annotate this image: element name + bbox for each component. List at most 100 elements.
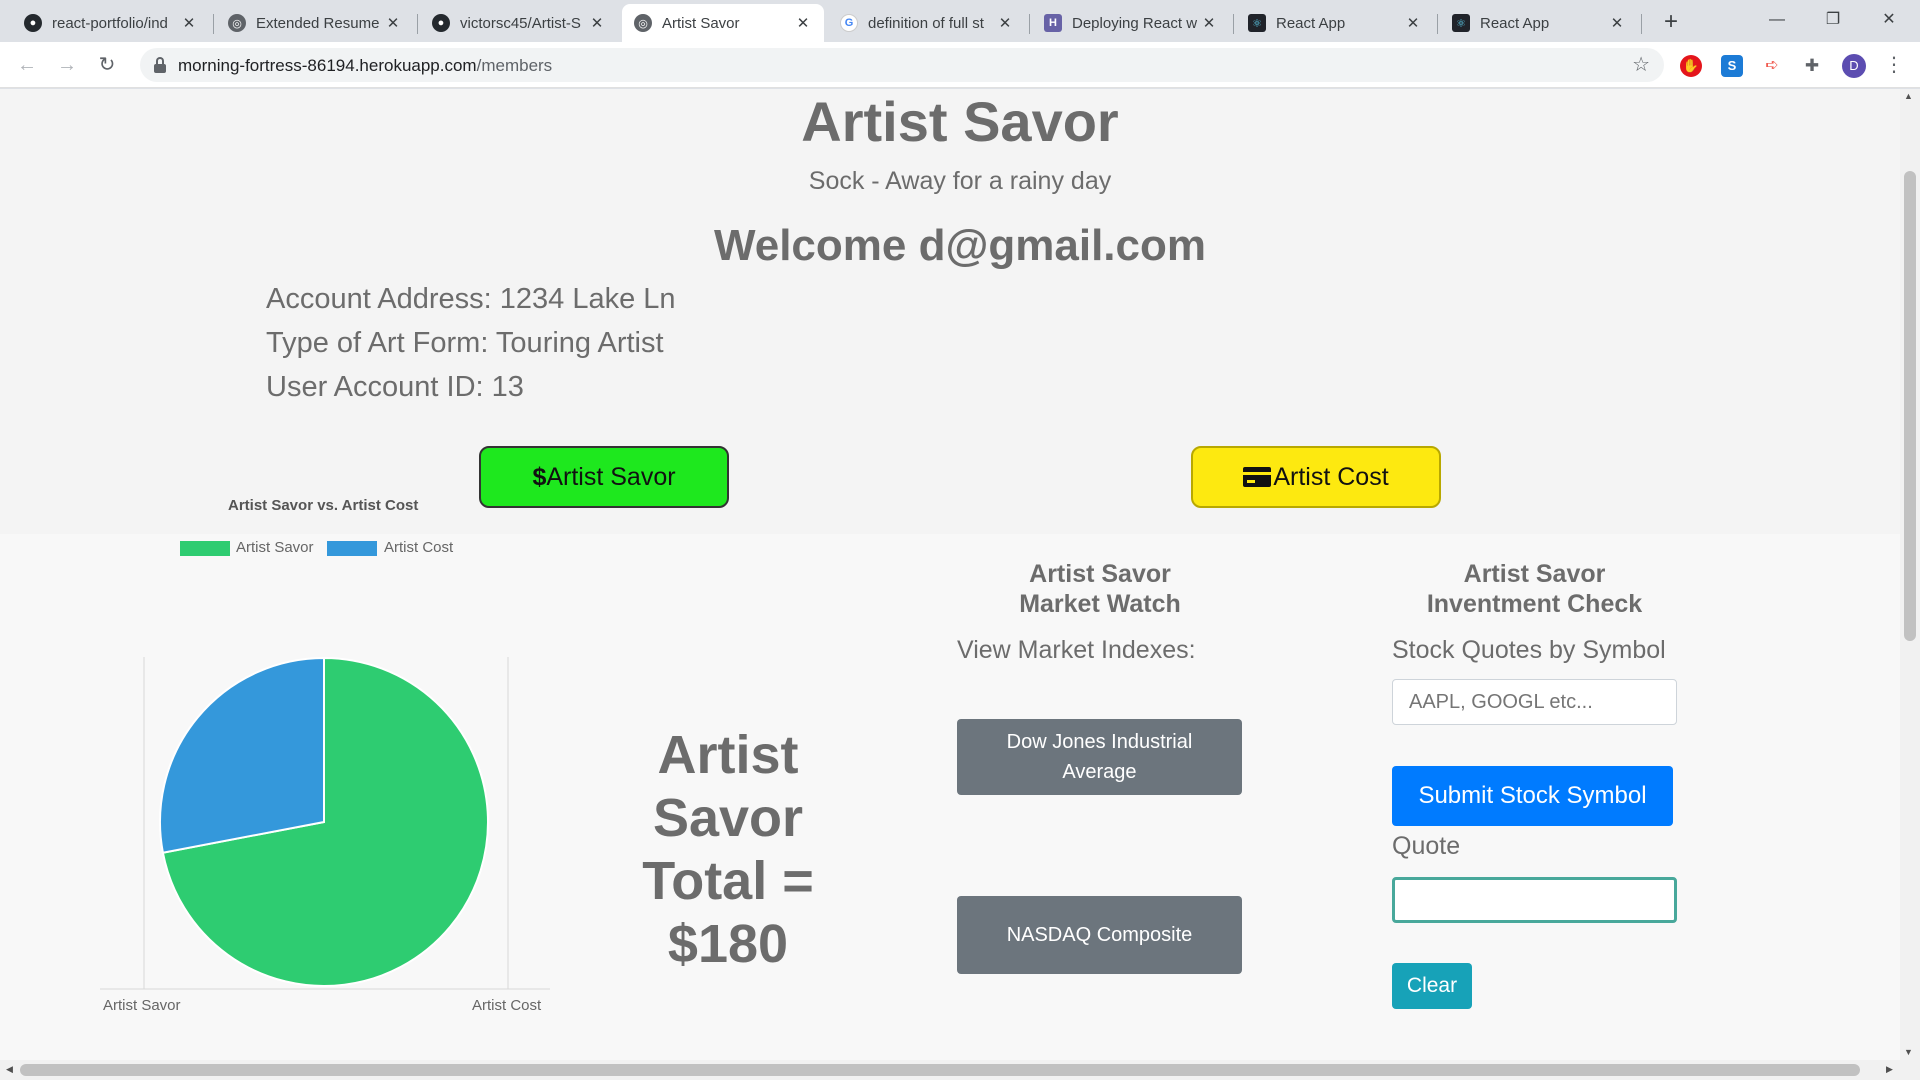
page-title: Artist Savor [801, 90, 1119, 153]
submit-stock-symbol-label: Submit Stock Symbol [1418, 782, 1647, 809]
scroll-left-icon[interactable]: ◀ [6, 1064, 13, 1075]
tab-title: Artist Savor [662, 14, 740, 32]
market-watch-subtitle: View Market Indexes: [957, 636, 1196, 664]
tab-separator [1437, 14, 1438, 34]
vertical-scrollbar[interactable]: ▲ ▼ [1900, 89, 1920, 1060]
tab-title: React App [1480, 14, 1550, 32]
url-text: morning-fortress-86194.herokuapp.com/mem… [178, 56, 552, 76]
page-subtitle: Sock - Away for a rainy day [808, 167, 1112, 195]
bookmark-star-icon[interactable]: ☆ [1632, 52, 1650, 77]
legend-swatch-cost [327, 541, 377, 556]
total-line: Artist [657, 725, 799, 785]
address-bar[interactable]: morning-fortress-86194.herokuapp.com/mem… [140, 48, 1664, 82]
close-icon[interactable]: ✕ [996, 14, 1014, 32]
investment-title-line1: Artist Savor [1463, 560, 1606, 588]
back-icon[interactable]: ← [13, 51, 41, 79]
heroku-icon: H [1044, 14, 1062, 32]
quote-label: Quote [1392, 832, 1461, 860]
profile-avatar[interactable]: D [1842, 54, 1866, 78]
artist-savor-button[interactable]: $ Artist Savor [479, 446, 729, 508]
globe-icon: ◎ [228, 14, 246, 32]
nasdaq-button[interactable]: NASDAQ Composite [957, 896, 1242, 974]
lock-icon [154, 57, 166, 73]
tab-separator [417, 14, 418, 34]
dow-jones-label-line1: Dow Jones Industrial [1006, 731, 1193, 753]
close-icon[interactable]: ✕ [180, 14, 198, 32]
clear-button[interactable]: Clear [1392, 963, 1472, 1009]
reload-icon[interactable]: ↻ [93, 51, 121, 79]
tab-title: react-portfolio/ind [52, 14, 168, 32]
nasdaq-label: NASDAQ Composite [1006, 924, 1193, 946]
window-close-icon[interactable]: ✕ [1866, 0, 1912, 40]
scroll-down-icon[interactable]: ▼ [1904, 1047, 1913, 1057]
vertical-scroll-thumb[interactable] [1904, 171, 1916, 641]
url-host: morning-fortress-86194.herokuapp.com [178, 56, 477, 75]
artist-cost-button[interactable]: Artist Cost [1191, 446, 1441, 508]
new-tab-icon[interactable]: + [1656, 8, 1686, 38]
market-watch-heading: Artist Savor Market Watch [960, 559, 1240, 619]
dow-jones-button[interactable]: Dow Jones Industrial Average [957, 719, 1242, 795]
s-extension-icon[interactable]: S [1721, 55, 1743, 77]
horizontal-scrollbar[interactable]: ◀ ▶ [0, 1060, 1920, 1080]
close-icon[interactable]: ✕ [588, 14, 606, 32]
tab-title: victorsc45/Artist-S [460, 14, 581, 32]
tab-extended-resume[interactable]: ◎ Extended Resume ✕ [216, 4, 414, 42]
total-line: $180 [667, 914, 789, 974]
restore-icon[interactable]: ❐ [1810, 0, 1856, 40]
account-address: Account Address: 1234 Lake Ln [266, 283, 676, 315]
legend-label-cost: Artist Cost [384, 539, 454, 556]
adblock-extension-icon[interactable]: ✋ [1680, 55, 1702, 77]
scroll-up-icon[interactable]: ▲ [1904, 91, 1913, 101]
tab-artist-savor[interactable]: ◎ Artist Savor ✕ [622, 4, 824, 42]
investment-title-line2: Inventment Check [1426, 590, 1643, 618]
react-icon: ⚛ [1452, 14, 1470, 32]
submit-stock-symbol-button[interactable]: Submit Stock Symbol [1392, 766, 1673, 826]
tab-definition[interactable]: G definition of full st ✕ [828, 4, 1026, 42]
legend-label-savor: Artist Savor [236, 539, 314, 556]
tab-separator [213, 14, 214, 34]
close-icon[interactable]: ✕ [1200, 14, 1218, 32]
total-line: Total = [642, 851, 814, 911]
close-icon[interactable]: ✕ [384, 14, 402, 32]
pie-slice-artist-cost[interactable] [159, 656, 325, 854]
close-icon[interactable]: ✕ [794, 14, 812, 32]
stock-symbol-input[interactable] [1392, 679, 1677, 725]
github-icon: ● [432, 14, 450, 32]
x-tick-label-cost: Artist Cost [472, 997, 542, 1014]
artist-cost-button-label: Artist Cost [1273, 462, 1389, 491]
puzzle-extensions-icon[interactable]: ✚ [1801, 55, 1823, 77]
scroll-right-icon[interactable]: ▶ [1886, 1064, 1893, 1075]
tab-react-portfolio[interactable]: ● react-portfolio/ind ✕ [12, 4, 210, 42]
pie-chart [100, 656, 550, 990]
clear-button-label: Clear [1406, 974, 1458, 997]
investment-subtitle: Stock Quotes by Symbol [1392, 636, 1666, 664]
credit-card-icon [1243, 467, 1272, 487]
url-path: /members [476, 56, 553, 75]
browser-toolbar: ← → ↻ morning-fortress-86194.herokuapp.c… [0, 42, 1920, 88]
market-watch-title-line1: Artist Savor [1029, 560, 1171, 588]
tab-deploying-react[interactable]: H Deploying React w ✕ [1032, 4, 1230, 42]
tab-artist-savor-repo[interactable]: ● victorsc45/Artist-S ✕ [420, 4, 618, 42]
tab-react-app-1[interactable]: ⚛ React App ✕ [1236, 4, 1434, 42]
tab-title: Deploying React w [1072, 14, 1198, 32]
menu-kebab-icon[interactable]: ⋮ [1884, 52, 1904, 77]
cast-extension-icon[interactable]: ➪ [1761, 55, 1783, 77]
quote-output-field[interactable] [1392, 877, 1677, 923]
tab-react-app-2[interactable]: ⚛ React App ✕ [1440, 4, 1638, 42]
horizontal-scroll-thumb[interactable] [20, 1064, 1860, 1076]
tab-separator [1233, 14, 1234, 34]
dollar-icon: $ [532, 462, 547, 491]
chart-title: Artist Savor vs. Artist Cost [228, 497, 419, 514]
tab-title: React App [1276, 14, 1346, 32]
tab-strip: ● react-portfolio/ind ✕ ◎ Extended Resum… [0, 0, 1920, 42]
x-tick-label-savor: Artist Savor [103, 997, 181, 1014]
minimize-icon[interactable]: — [1754, 0, 1800, 40]
total-line: Savor [652, 788, 804, 848]
tab-separator [1641, 14, 1642, 34]
github-icon: ● [24, 14, 42, 32]
close-icon[interactable]: ✕ [1608, 14, 1626, 32]
savor-total: Artist Savor Total = $180 [600, 724, 856, 976]
close-icon[interactable]: ✕ [1404, 14, 1422, 32]
forward-icon[interactable]: → [53, 51, 81, 79]
user-account-id: User Account ID: 13 [266, 371, 524, 403]
